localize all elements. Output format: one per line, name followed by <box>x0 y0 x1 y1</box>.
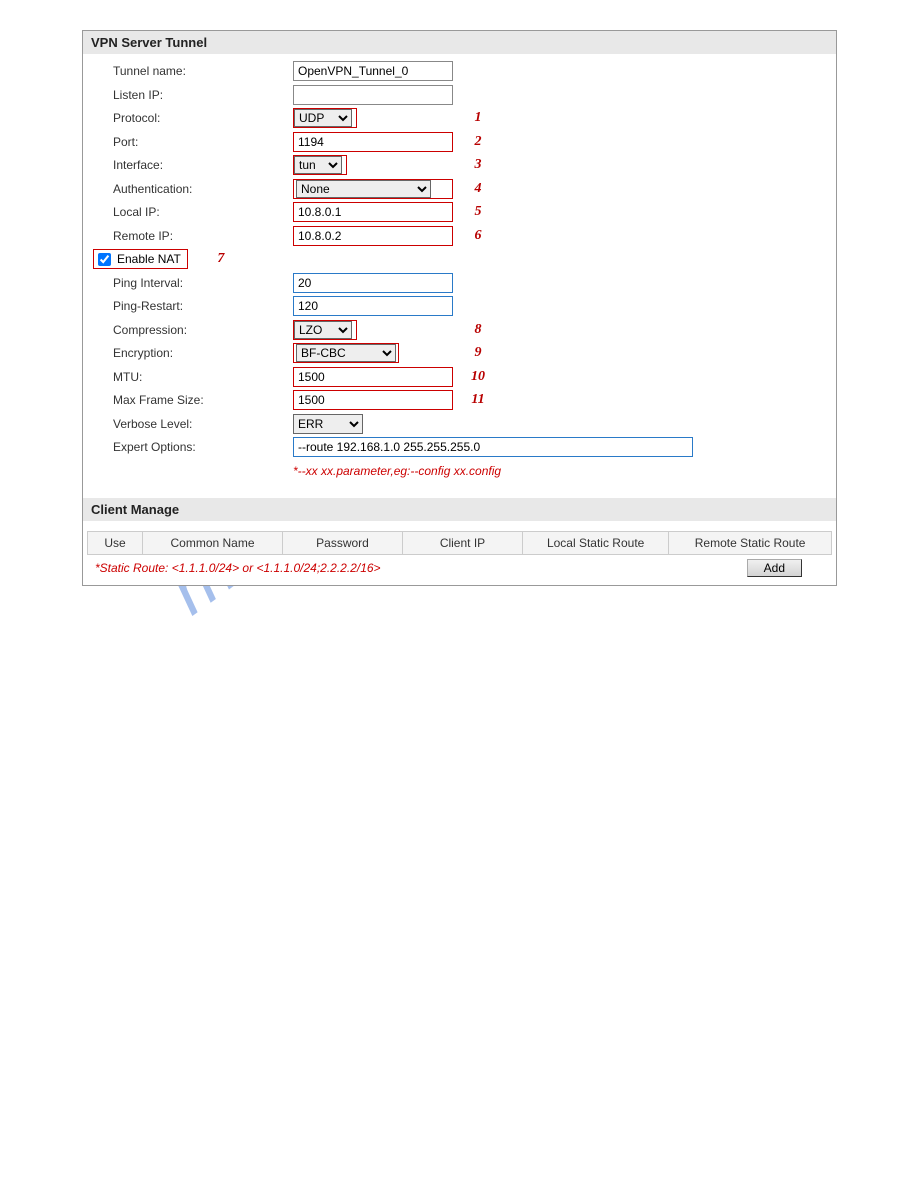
encryption-label: Encryption: <box>113 346 293 360</box>
local-ip-input[interactable] <box>293 202 453 222</box>
ping-interval-label: Ping Interval: <box>113 276 293 290</box>
encryption-select[interactable]: BF-CBC <box>296 344 396 362</box>
marker-9: 9 <box>463 345 493 361</box>
listen-ip-input[interactable] <box>293 85 453 105</box>
ping-restart-label: Ping-Restart: <box>113 299 293 313</box>
marker-11: 11 <box>463 392 493 408</box>
col-local-static-route: Local Static Route <box>523 531 669 554</box>
max-frame-size-input[interactable] <box>293 390 453 410</box>
client-table-header-row: Use Common Name Password Client IP Local… <box>88 531 832 554</box>
ping-restart-input[interactable] <box>293 296 453 316</box>
ping-interval-input[interactable] <box>293 273 453 293</box>
marker-8: 8 <box>463 322 493 338</box>
expert-options-hint: *--xx xx.parameter,eg:--config xx.config <box>293 460 832 478</box>
col-common-name: Common Name <box>143 531 283 554</box>
max-frame-size-label: Max Frame Size: <box>113 393 293 407</box>
authentication-field: None <box>293 179 453 199</box>
enable-nat-label: Enable NAT <box>117 252 181 266</box>
col-use: Use <box>88 531 143 554</box>
verbose-level-label: Verbose Level: <box>113 417 293 431</box>
mtu-input[interactable] <box>293 367 453 387</box>
interface-label: Interface: <box>113 158 293 172</box>
local-ip-label: Local IP: <box>113 205 293 219</box>
protocol-field: UDP <box>293 108 357 128</box>
vpn-form: Tunnel name: Listen IP: Protocol: UDP 1 … <box>83 54 836 488</box>
listen-ip-label: Listen IP: <box>113 88 293 102</box>
vpn-server-tunnel-header: VPN Server Tunnel <box>83 31 836 54</box>
enable-nat-field: Enable NAT <box>93 249 188 269</box>
marker-5: 5 <box>463 204 493 220</box>
compression-field: LZO <box>293 320 357 340</box>
marker-2: 2 <box>463 134 493 150</box>
authentication-select[interactable]: None <box>296 180 431 198</box>
col-remote-static-route: Remote Static Route <box>669 531 832 554</box>
port-input[interactable] <box>293 132 453 152</box>
marker-3: 3 <box>463 157 493 173</box>
port-label: Port: <box>113 135 293 149</box>
interface-field: tun <box>293 155 347 175</box>
tunnel-name-label: Tunnel name: <box>113 64 293 78</box>
remote-ip-input[interactable] <box>293 226 453 246</box>
static-route-hint: *Static Route: <1.1.1.0/24> or <1.1.1.0/… <box>95 561 381 575</box>
encryption-field: BF-CBC <box>293 343 399 363</box>
compression-label: Compression: <box>113 323 293 337</box>
client-manage-header: Client Manage <box>83 498 836 521</box>
compression-select[interactable]: LZO <box>294 321 352 339</box>
interface-select[interactable]: tun <box>294 156 342 174</box>
add-button[interactable]: Add <box>747 559 802 577</box>
client-manage-section: Client Manage Use Common Name Password C… <box>83 498 836 585</box>
mtu-label: MTU: <box>113 370 293 384</box>
authentication-label: Authentication: <box>113 182 293 196</box>
protocol-select[interactable]: UDP <box>294 109 352 127</box>
col-client-ip: Client IP <box>403 531 523 554</box>
marker-6: 6 <box>463 228 493 244</box>
client-table: Use Common Name Password Client IP Local… <box>87 531 832 555</box>
protocol-label: Protocol: <box>113 111 293 125</box>
col-password: Password <box>283 531 403 554</box>
marker-4: 4 <box>463 181 493 197</box>
marker-10: 10 <box>463 369 493 385</box>
remote-ip-label: Remote IP: <box>113 229 293 243</box>
verbose-level-select[interactable]: ERR <box>293 414 363 434</box>
tunnel-name-input[interactable] <box>293 61 453 81</box>
marker-1: 1 <box>463 110 493 126</box>
config-panel: VPN Server Tunnel Tunnel name: Listen IP… <box>82 30 837 586</box>
enable-nat-checkbox[interactable] <box>98 253 111 266</box>
expert-options-label: Expert Options: <box>113 440 293 454</box>
expert-options-input[interactable] <box>293 437 693 457</box>
marker-7: 7 <box>206 251 236 267</box>
